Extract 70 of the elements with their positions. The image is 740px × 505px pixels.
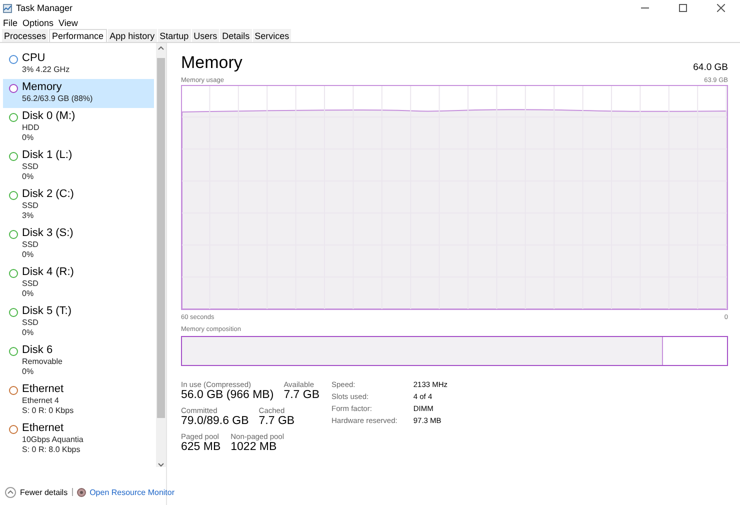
item-name: Disk 0 (M:) [22,110,76,123]
item-detail: 0% [22,250,35,260]
sidebar-item[interactable]: Disk 1 (L:) SSD 0% [3,147,154,186]
item-detail: 3% 4.22 GHz [22,65,70,75]
stat-value: 56.0 GB (966 MB) [181,389,274,401]
menu-item[interactable]: View [58,18,78,28]
sidebar-item[interactable]: Disk 3 (S:) SSD 0% [3,225,154,264]
item-detail: Ethernet 4 [22,396,60,406]
sidebar-item[interactable]: Disk 4 (R:) SSD 0% [3,264,154,303]
monitor-gauge-icon [76,488,86,496]
sidebar-item[interactable]: Ethernet 10Gbps Aquantia S: 0 R: 8.0 Kbps [3,420,154,459]
stat-value: 625 MB [181,441,221,453]
total-memory: 64.0 GB [693,62,728,73]
item-detail: SSD [22,240,40,250]
tab[interactable]: Processes [2,29,48,42]
tab[interactable]: Services [252,29,292,42]
sidebar-item[interactable]: Memory 56.2/63.9 GB (88%) [3,79,154,108]
item-name: Memory [22,81,63,94]
item-detail: S: 0 R: 0 Kbps [22,406,74,416]
stat-value: 7.7 GB [258,415,295,427]
item-detail: SSD [22,318,40,328]
tab[interactable]: Startup [158,29,191,42]
scroll-down-icon[interactable] [158,463,164,467]
item-detail: HDD [22,123,40,133]
item-name: Ethernet [22,383,65,396]
stat-value: 79.0/89.6 GB [181,415,249,427]
item-name: Disk 2 (C:) [22,188,74,201]
sidebar-item[interactable]: Disk 5 (T:) SSD 0% [3,303,154,342]
item-name: Disk 6 [22,344,54,357]
tab[interactable]: Performance [49,29,107,42]
item-detail: SSD [22,201,40,211]
item-detail: 0% [22,289,35,299]
stat-value: 7.7 GB [284,389,320,401]
tab[interactable]: App history [108,29,157,42]
item-detail: 3% [22,211,35,221]
item-detail: S: 0 R: 8.0 Kbps [22,445,82,455]
scrollbar-thumb[interactable] [157,58,165,418]
item-name: Disk 3 (S:) [22,227,74,240]
item-name: Ethernet [22,422,65,435]
window-title: Task Manager [16,3,74,13]
item-name: Disk 4 (R:) [22,266,74,279]
item-detail: Removable [22,357,62,367]
maximize-icon[interactable] [679,4,687,12]
fewer-details-link[interactable]: Fewer details [20,488,68,496]
sidebar-item[interactable]: Disk 2 (C:) SSD 3% [3,186,154,225]
stat-value: 1022 MB [230,441,278,453]
open-resource-monitor-link[interactable]: Open Resource Monitor [90,488,175,496]
sidebar-item[interactable]: CPU 3% 4.22 GHz [3,50,154,79]
item-detail: 10Gbps Aquantia [22,435,84,445]
item-detail: SSD [22,162,40,172]
collapse-icon[interactable] [5,486,16,498]
item-detail: SSD [22,279,40,289]
tab[interactable]: Users [192,29,220,42]
close-icon[interactable] [717,4,725,12]
panel-title: Memory [181,53,242,73]
item-name: Disk 5 (T:) [22,305,72,318]
menu-item[interactable]: Options [22,18,54,28]
sidebar-item[interactable]: Ethernet Ethernet 4 S: 0 R: 0 Kbps [3,381,154,420]
item-detail: 56.2/63.9 GB (88%) [22,94,93,104]
tab[interactable]: Details [220,29,252,42]
menu-item[interactable]: File [3,18,18,28]
item-name: CPU [22,52,46,65]
app-icon [3,4,12,12]
sidebar-item[interactable]: Disk 6 Removable 0% [3,342,154,381]
item-detail: 0% [22,133,35,143]
sidebar-item[interactable]: Disk 0 (M:) HDD 0% [3,108,154,147]
item-name: Disk 1 (L:) [22,149,72,162]
item-detail: 0% [22,367,35,377]
item-detail: 0% [22,172,35,182]
item-detail: 0% [22,328,35,338]
